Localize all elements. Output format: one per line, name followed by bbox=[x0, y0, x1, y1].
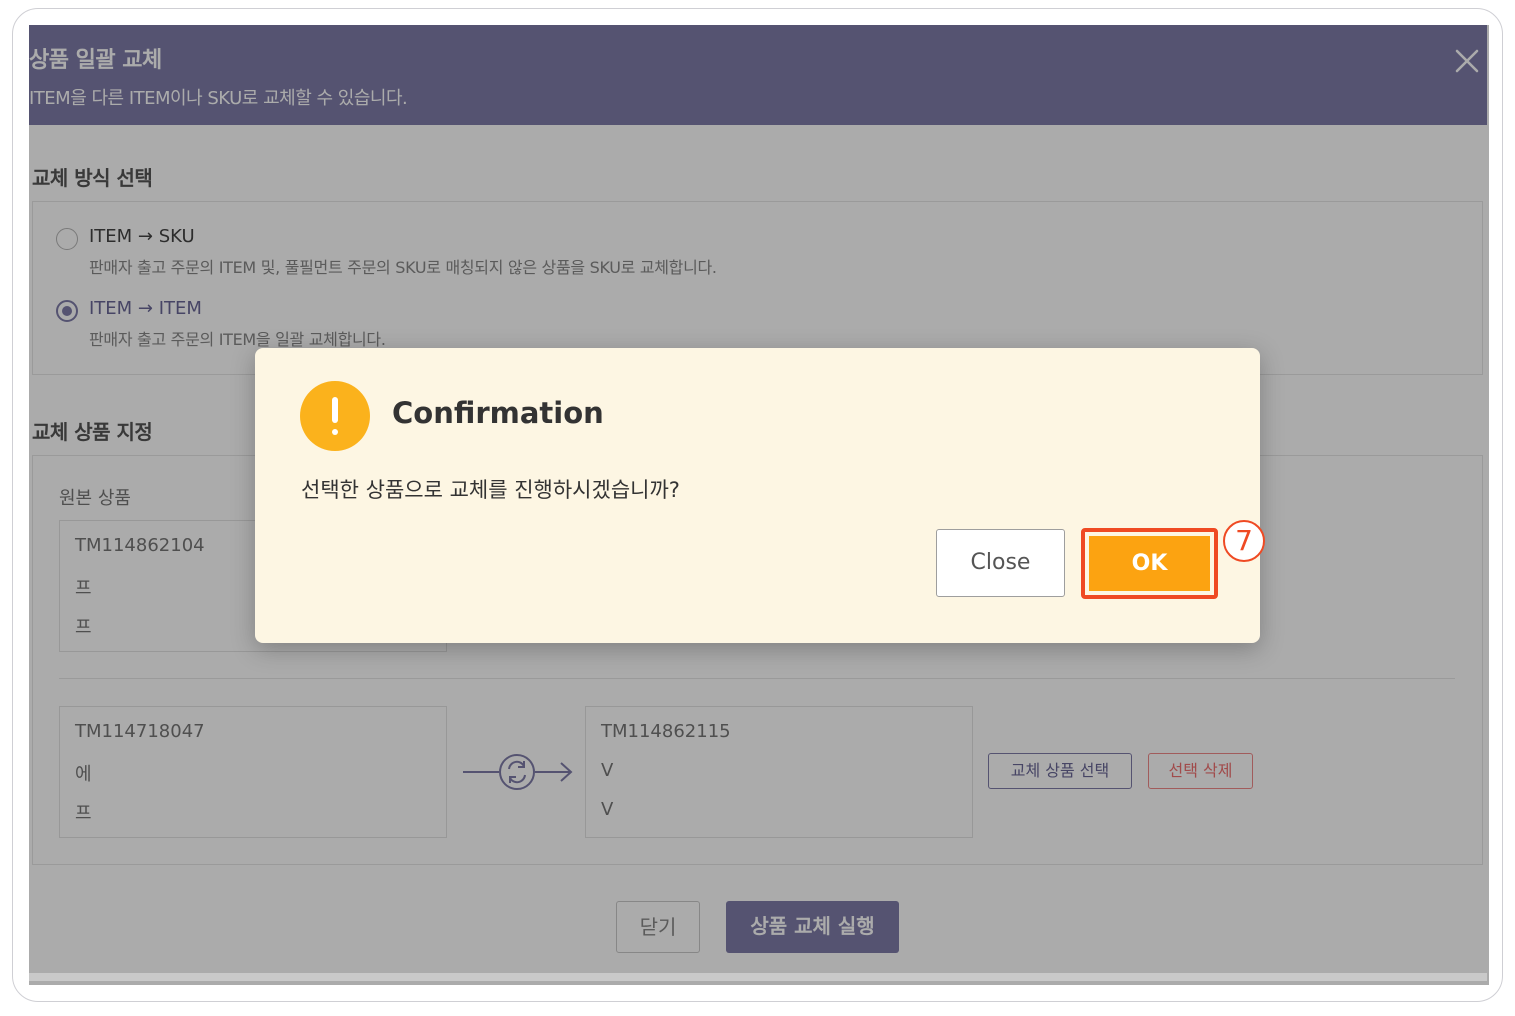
confirmation-dialog: Confirmation 선택한 상품으로 교체를 진행하시겠습니까? Clos… bbox=[255, 348, 1265, 643]
warning-icon bbox=[300, 381, 370, 451]
dialog-close-button[interactable]: Close bbox=[936, 529, 1065, 597]
dialog-ok-button[interactable]: OK bbox=[1089, 536, 1210, 591]
bottom-strip bbox=[29, 973, 1487, 981]
dialog-title: Confirmation bbox=[392, 396, 604, 430]
window-frame: 상품 일괄 교체 ITEM을 다른 ITEM이나 SKU로 교체할 수 있습니다… bbox=[12, 8, 1503, 1002]
dialog-message: 선택한 상품으로 교체를 진행하시겠습니까? bbox=[301, 478, 680, 502]
step-marker: 7 bbox=[1223, 520, 1265, 562]
